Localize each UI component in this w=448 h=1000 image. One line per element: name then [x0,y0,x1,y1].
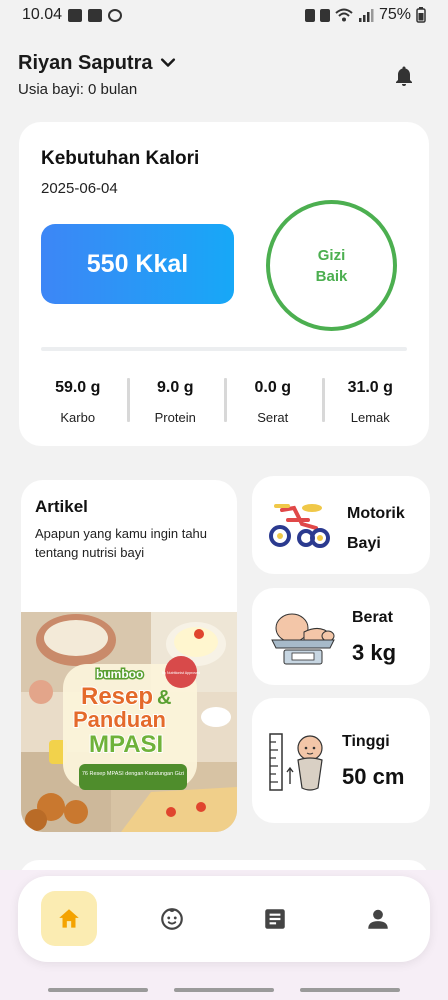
brand-text: bumboo [96,667,143,681]
status-bar: 10.04 75% [0,0,448,30]
divider [41,347,407,351]
calorie-value: 550 Kkal [86,249,189,278]
nutrition-status-circle: Gizi Baik [266,200,397,331]
home-icon [59,908,79,928]
macro-label: Protein [154,410,196,425]
macro-fat: 31.0 g Lemak [321,372,420,428]
baby-height-icon [269,733,323,791]
status-time: 10.04 [22,6,63,23]
article-cover-image[interactable]: bumboo Resep & Panduan MPASI 76 Resep MP… [21,612,237,832]
cover-title-line3: MPASI [89,731,163,758]
macro-label: Karbo [60,410,96,425]
battery-level: 75% [378,6,411,23]
baby-age: Usia bayi: 0 bulan [18,81,138,98]
macro-fiber: 0.0 g Serat [224,372,322,428]
macro-protein: 9.0 g Protein [126,372,225,428]
article-title: Artikel [35,497,88,516]
article-card[interactable]: Artikel Apapun yang kamu ingin tahu tent… [21,480,237,832]
nutrition-status-label: Gizi Baik [315,246,348,285]
bell-icon[interactable] [392,64,416,88]
signal-icon [358,9,374,22]
macro-value: 59.0 g [55,379,101,396]
nav-home[interactable] [41,891,97,946]
bottom-navigation [18,876,430,962]
weight-card[interactable]: Berat 3 kg [252,588,430,685]
weight-value: 3 kg [352,640,397,665]
gallery-notification-icon [68,8,83,22]
gesture-bar [300,988,400,992]
weight-label: Berat [352,609,393,626]
nav-baby[interactable] [144,891,200,946]
baby-scale-icon [271,613,335,665]
nav-profile[interactable] [350,891,406,946]
article-icon [265,908,285,929]
wifi-icon [335,8,353,22]
cover-title-amp: & [157,687,171,709]
calorie-value-box: 550 Kkal [41,224,234,304]
height-value: 50 cm [342,764,405,789]
calorie-title: Kebutuhan Kalori [41,148,200,169]
whatsapp-notification-icon [108,8,123,22]
calorie-card: Kebutuhan Kalori 2025-06-04 550 Kkal Giz… [19,122,429,446]
macro-label: Serat [257,410,289,425]
macro-list: 59.0 g Karbo 9.0 g Protein 0.0 g Serat 3… [29,372,419,428]
macro-value: 31.0 g [347,379,393,396]
cover-badge: By Nutritionist Approved [162,671,200,675]
macro-label: Lemak [350,410,390,425]
youtube-notification-icon [88,8,103,22]
gesture-bar [48,988,148,992]
cover-ribbon: 76 Resep MPASI dengan Kandungan Gizi [82,771,184,777]
article-description: Apapun yang kamu ingin tahu tentang nutr… [35,526,208,560]
person-icon [368,909,388,929]
macro-value: 0.0 g [254,379,291,396]
baby-face-icon [161,907,183,930]
app-header: Riyan Saputra Usia bayi: 0 bulan [18,50,430,100]
calorie-date: 2025-06-04 [41,180,118,197]
gesture-bar [174,988,274,992]
macro-value: 9.0 g [157,379,194,396]
silent-icon [319,8,330,22]
motorik-card[interactable]: Motorik Bayi [252,476,430,574]
chevron-down-icon[interactable] [158,53,178,73]
user-name[interactable]: Riyan Saputra [18,52,152,75]
cover-title-line1: Resep [81,683,153,710]
macro-carbs: 59.0 g Karbo [29,372,127,428]
height-label: Tinggi [342,733,390,750]
tricycle-icon [269,504,330,548]
nav-article[interactable] [247,891,303,946]
battery-saver-icon [304,8,315,22]
height-card[interactable]: Tinggi 50 cm [252,698,430,823]
motorik-label: Motorik Bayi [347,505,405,552]
battery-icon [416,7,426,23]
cover-title-line2: Panduan [73,707,166,732]
